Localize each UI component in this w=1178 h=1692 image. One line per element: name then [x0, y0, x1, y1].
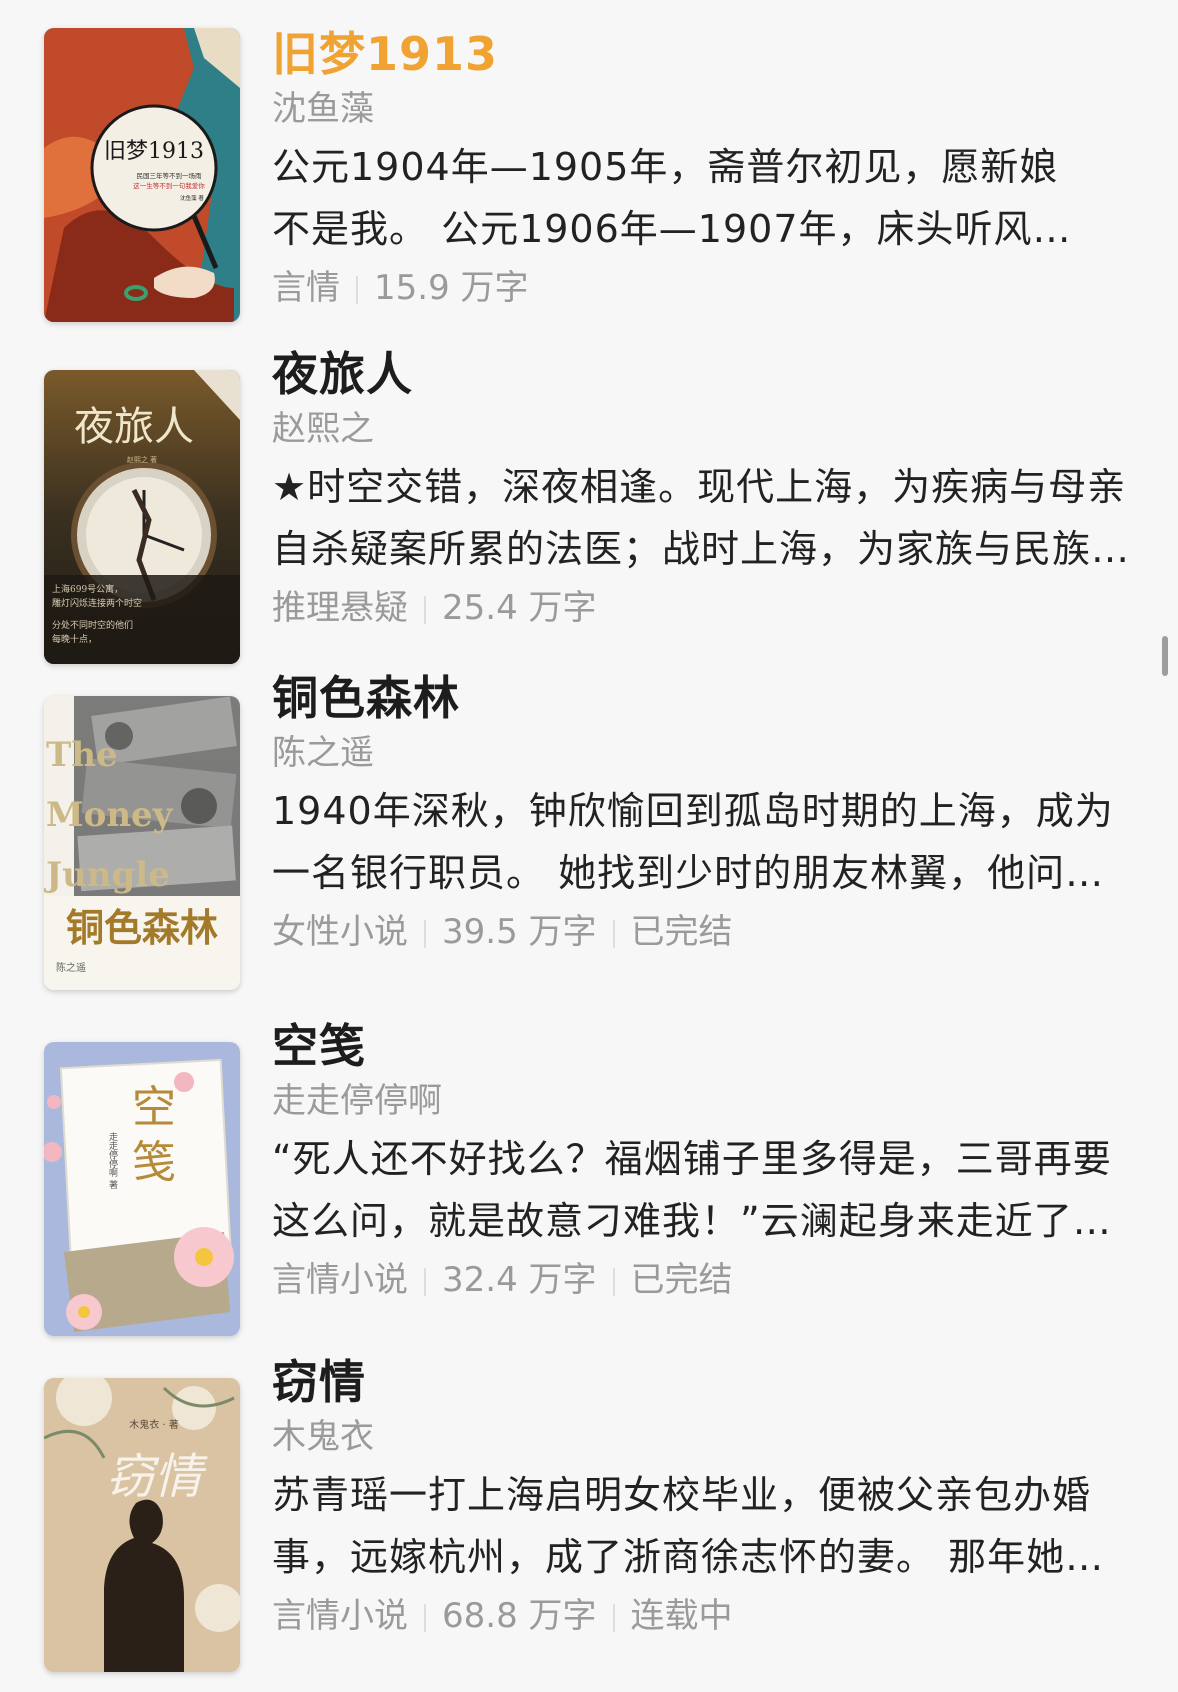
- svg-text:Money: Money: [46, 795, 174, 835]
- book-cover[interactable]: 夜旅人 赵熙之 著 上海699号公寓， 雕灯闪烁连接两个时空 分处不同时空的他们…: [44, 370, 240, 664]
- svg-text:分处不同时空的他们: 分处不同时空的他们: [52, 619, 133, 631]
- book-author: 走走停停啊: [272, 1081, 442, 1121]
- svg-text:铜色森林: 铜色森林: [66, 905, 218, 950]
- book-meta: 女性小说 39.5 万字 已完结: [272, 904, 1138, 960]
- cover-image: 夜旅人 赵熙之 著 上海699号公寓， 雕灯闪烁连接两个时空 分处不同时空的他们…: [44, 370, 240, 664]
- book-item[interactable]: 夜旅人 赵熙之 著 上海699号公寓， 雕灯闪烁连接两个时空 分处不同时空的他们…: [0, 344, 1178, 664]
- meta-divider: [612, 919, 615, 948]
- meta-divider: [424, 1267, 426, 1296]
- svg-text:陈之遥: 陈之遥: [56, 961, 86, 974]
- book-item[interactable]: 窃情 木鬼衣 · 著 窃情 木鬼衣 苏青瑶一打上海启明女校毕业，便被父亲包办婚 …: [0, 1352, 1178, 1672]
- book-meta: 言情小说 68.8 万字 连载中: [272, 1588, 1138, 1644]
- svg-text:Jungle: Jungle: [44, 855, 170, 895]
- book-word-count: 15.9 万字: [374, 268, 529, 308]
- book-meta: 言情小说 32.4 万字 已完结: [272, 1252, 1138, 1308]
- cover-image: 旧梦1913 民国三年等不到一场雨 这一生等不到一句我爱你 沈鱼藻 著: [44, 28, 240, 322]
- book-word-count: 25.4 万字: [442, 588, 597, 628]
- book-title[interactable]: 夜旅人: [272, 344, 1138, 404]
- svg-text:The: The: [46, 735, 118, 775]
- cover-image: 窃情 木鬼衣 · 著: [44, 1378, 240, 1672]
- book-description: 公元1904年—1905年，斋普尔初见，愿新娘 不是我。 公元1906年—190…: [272, 145, 1072, 251]
- book-genre: 言情小说: [272, 1260, 408, 1300]
- book-cover[interactable]: The Money Jungle 铜色森林 陈之遥: [44, 696, 240, 990]
- book-author: 陈之遥: [272, 733, 374, 773]
- book-status: 已完结: [630, 1260, 733, 1300]
- svg-text:上海699号公寓，: 上海699号公寓，: [52, 583, 123, 595]
- meta-divider: [424, 1603, 426, 1632]
- book-word-count: 68.8 万字: [442, 1596, 597, 1636]
- book-item[interactable]: The Money Jungle 铜色森林 陈之遥 铜色森林 陈之遥 1940年…: [0, 668, 1178, 990]
- svg-text:夜旅人: 夜旅人: [74, 404, 194, 450]
- meta-divider: [612, 1267, 615, 1296]
- book-genre: 言情: [272, 268, 340, 308]
- book-word-count: 32.4 万字: [442, 1260, 597, 1300]
- svg-text:赵熙之 著: 赵熙之 著: [127, 455, 157, 464]
- svg-text:旧梦1913: 旧梦1913: [104, 139, 204, 164]
- book-genre: 言情小说: [272, 1596, 408, 1636]
- svg-text:笺: 笺: [132, 1137, 176, 1188]
- book-meta: 推理悬疑 25.4 万字: [272, 580, 1138, 636]
- book-description: 苏青瑶一打上海启明女校毕业，便被父亲包办婚 事，远嫁杭州，成了浙商徐志怀的妻。 …: [272, 1473, 1105, 1579]
- book-cover[interactable]: 空 笺 走走停停啊 著: [44, 1042, 240, 1336]
- book-cover[interactable]: 窃情 木鬼衣 · 著: [44, 1378, 240, 1672]
- meta-divider: [612, 1603, 615, 1632]
- book-item[interactable]: 空 笺 走走停停啊 著 空笺 走走停停啊 “死人还不好找么？福烟铺子里多得是，三…: [0, 1016, 1178, 1336]
- book-description: ★时空交错，深夜相逢。现代上海，为疾病与母亲 自杀疑案所累的法医；战时上海，为家…: [272, 465, 1131, 571]
- scrollbar-thumb[interactable]: [1162, 636, 1168, 676]
- book-description: “死人还不好找么？福烟铺子里多得是，三哥再要 这么问，就是故意刁难我！”云澜起身…: [272, 1137, 1112, 1243]
- book-title[interactable]: 空笺: [272, 1016, 1138, 1076]
- svg-text:每晚十点，: 每晚十点，: [52, 633, 97, 645]
- meta-divider: [356, 275, 358, 304]
- book-title[interactable]: 窃情: [272, 1352, 1138, 1412]
- meta-divider: [424, 595, 426, 624]
- book-genre: 女性小说: [272, 912, 408, 952]
- svg-text:沈鱼藻 著: 沈鱼藻 著: [180, 194, 204, 202]
- book-description: 1940年深秋，钟欣愉回到孤岛时期的上海，成为 一名银行职员。 她找到少时的朋友…: [272, 789, 1114, 895]
- book-meta: 言情 15.9 万字: [272, 260, 1138, 316]
- book-status: 连载中: [630, 1596, 733, 1636]
- meta-divider: [424, 919, 426, 948]
- book-author: 木鬼衣: [272, 1417, 374, 1457]
- book-title[interactable]: 铜色森林: [272, 668, 1138, 728]
- book-status: 已完结: [630, 912, 733, 952]
- svg-text:走走停停啊 著: 走走停停啊 著: [107, 1132, 118, 1189]
- svg-text:空: 空: [132, 1082, 176, 1133]
- book-author: 赵熙之: [272, 409, 374, 449]
- book-cover[interactable]: 旧梦1913 民国三年等不到一场雨 这一生等不到一句我爱你 沈鱼藻 著: [44, 28, 240, 322]
- svg-text:民国三年等不到一场雨: 民国三年等不到一场雨: [137, 171, 203, 180]
- svg-text:雕灯闪烁连接两个时空: 雕灯闪烁连接两个时空: [52, 597, 142, 609]
- svg-text:这一生等不到一句我爱你: 这一生等不到一句我爱你: [133, 181, 205, 190]
- book-word-count: 39.5 万字: [442, 912, 597, 952]
- svg-text:木鬼衣 · 著: 木鬼衣 · 著: [129, 1418, 179, 1431]
- book-author: 沈鱼藻: [272, 89, 374, 129]
- cover-image: The Money Jungle 铜色森林 陈之遥: [44, 696, 240, 990]
- cover-image: 空 笺 走走停停啊 著: [44, 1042, 240, 1336]
- book-item[interactable]: 旧梦1913 民国三年等不到一场雨 这一生等不到一句我爱你 沈鱼藻 著 旧梦19…: [0, 24, 1178, 344]
- book-title[interactable]: 旧梦1913: [272, 24, 1138, 84]
- book-genre: 推理悬疑: [272, 588, 408, 628]
- svg-text:窃情: 窃情: [106, 1449, 208, 1505]
